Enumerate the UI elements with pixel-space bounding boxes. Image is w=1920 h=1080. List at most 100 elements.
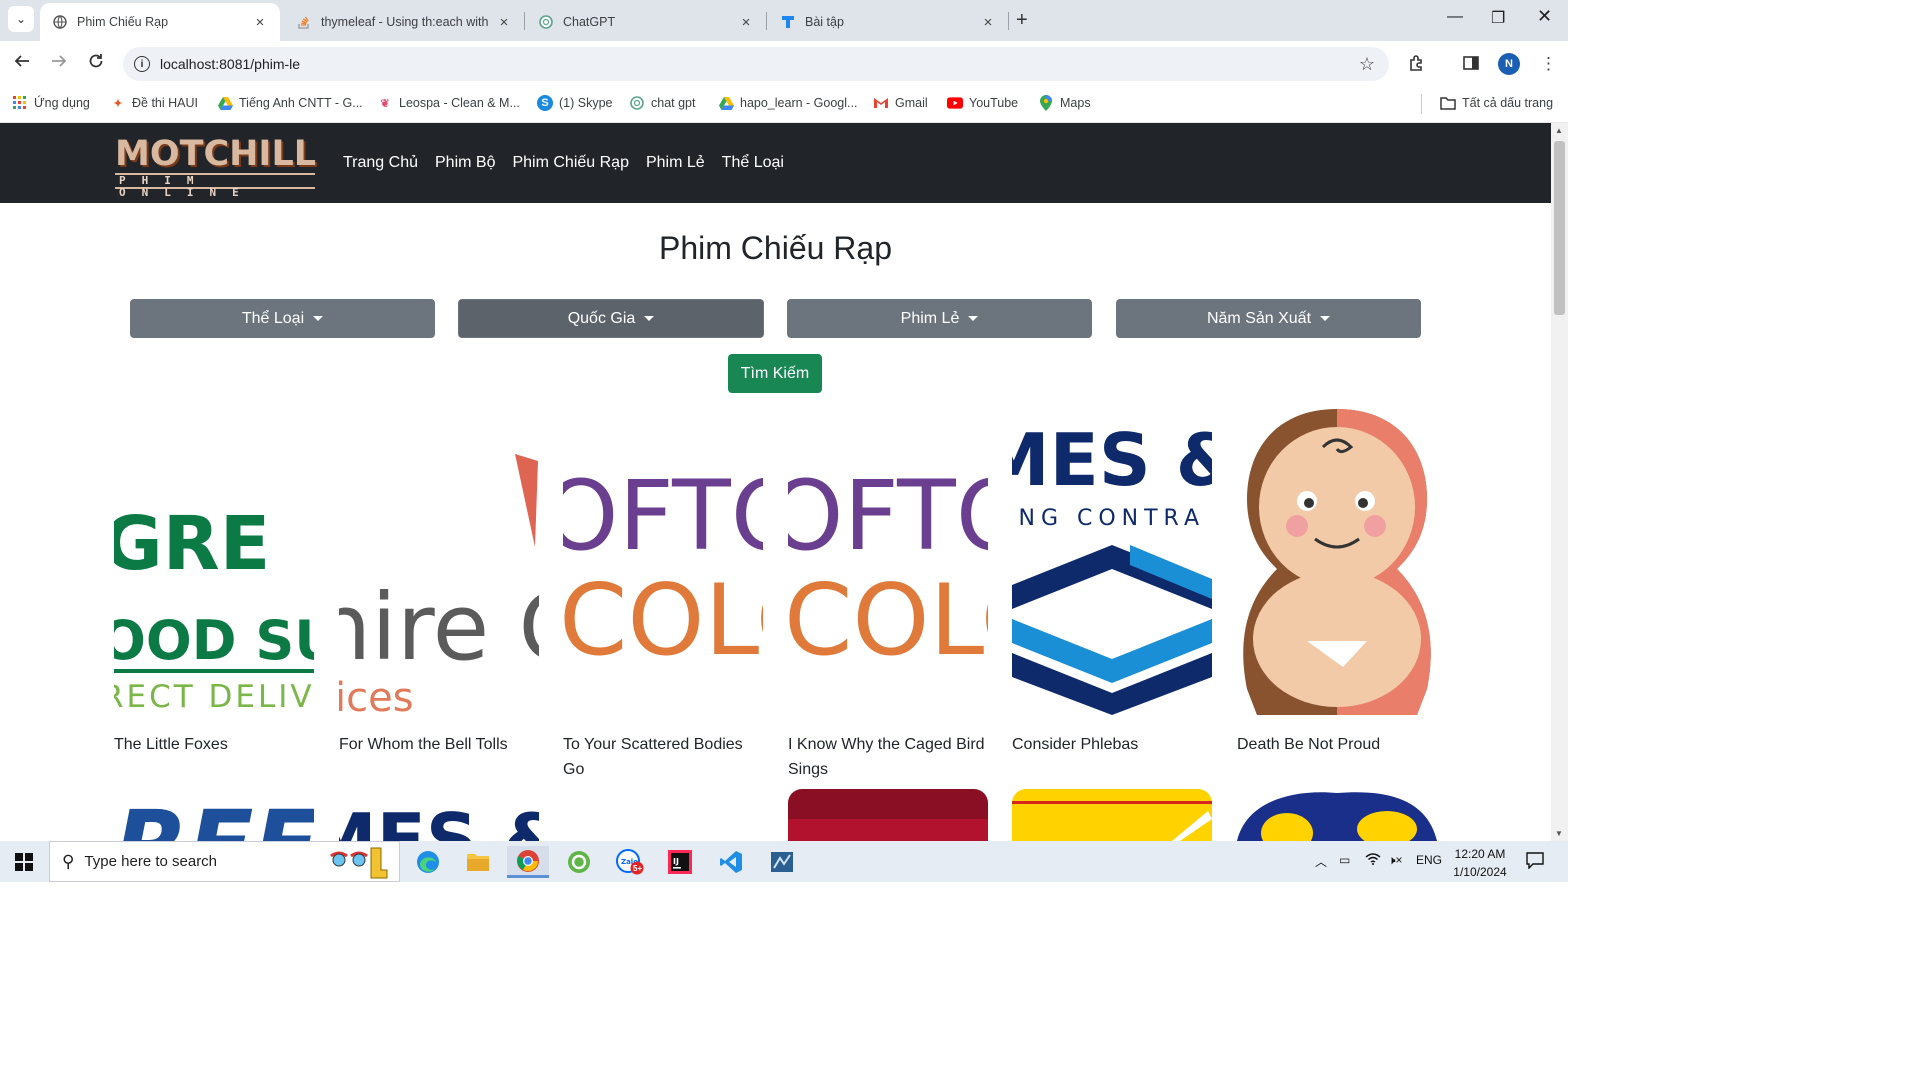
bookmark-chat-gpt[interactable]: chat gpt — [629, 95, 695, 111]
chevron-up-icon[interactable]: ︿ — [1315, 853, 1327, 870]
site-logo[interactable]: MOTCHILL PHIM ONLINE — [115, 135, 316, 199]
forward-icon[interactable] — [51, 53, 67, 74]
intellij-icon[interactable]: IJ — [659, 846, 701, 878]
movie-poster[interactable]: MES & SO ING CONTRA — [1012, 409, 1212, 715]
url-text[interactable]: localhost:8081/phim-le — [160, 56, 300, 72]
bookmark-youtube[interactable]: YouTube — [947, 95, 1018, 111]
year-dropdown[interactable]: Năm Sản Xuất — [1116, 299, 1421, 338]
close-tab-icon[interactable]: × — [980, 14, 996, 31]
bookmark-maps[interactable]: Maps — [1038, 95, 1091, 111]
windows-start-icon[interactable] — [15, 853, 33, 876]
movie-title[interactable]: I Know Why the Caged Bird Sings — [788, 732, 988, 782]
movie-title[interactable]: For Whom the Bell Tolls — [339, 732, 539, 757]
movie-title[interactable]: The Little Foxes — [114, 732, 314, 757]
svg-text:MES & SO: MES & SO — [1012, 418, 1212, 502]
movie-title[interactable]: To Your Scattered Bodies Go — [563, 732, 763, 782]
bookmark-gmail[interactable]: Gmail — [873, 95, 928, 111]
movie-poster[interactable]: MES & SO — [339, 789, 539, 841]
restore-icon[interactable]: ❐ — [1491, 8, 1505, 28]
minimize-icon[interactable]: — — [1447, 8, 1463, 26]
tab-chatgpt[interactable]: ChatGPT × — [526, 3, 766, 41]
reload-icon[interactable] — [88, 53, 104, 74]
menu-phim-le[interactable]: Phim Lẻ — [646, 154, 705, 172]
back-icon[interactable] — [14, 53, 30, 74]
notification-icon[interactable] — [1526, 851, 1544, 872]
menu-phim-chieu-rap[interactable]: Phim Chiếu Rạp — [512, 154, 629, 172]
tab-thymeleaf[interactable]: thymeleaf - Using th:each with × — [284, 3, 524, 41]
menu-kebab-icon[interactable]: ⋮ — [1540, 54, 1557, 74]
gmail-icon — [873, 95, 889, 111]
language-indicator[interactable]: ENG — [1416, 853, 1442, 867]
bookmark-skype[interactable]: S (1) Skype — [537, 95, 613, 111]
wifi-icon[interactable] — [1365, 853, 1381, 868]
chrome-icon[interactable] — [507, 846, 549, 878]
bookmark-hapo-learn[interactable]: hapo_learn - Googl... — [718, 95, 857, 111]
svg-text:ING CONTRA: ING CONTRA — [1012, 506, 1205, 531]
close-tab-icon[interactable]: × — [738, 14, 754, 31]
app-icon-green[interactable] — [558, 846, 600, 878]
menu-trang-chu[interactable]: Trang Chủ — [343, 154, 418, 172]
profile-avatar[interactable]: N — [1498, 53, 1520, 75]
skype-icon: S — [537, 95, 553, 111]
caret-down-icon — [968, 316, 979, 321]
taskbar-search[interactable]: ⚲ Type here to search — [49, 841, 400, 882]
svg-text:OOD SU: OOD SU — [114, 609, 314, 672]
stackoverflow-icon — [296, 14, 312, 30]
bookmark-favicon-icon: ✦ — [113, 97, 123, 110]
volume-muted-icon[interactable]: 🕨× — [1388, 853, 1403, 868]
new-tab-button[interactable]: + — [1016, 9, 1028, 32]
search-button[interactable]: Tìm Kiếm — [728, 354, 822, 393]
close-tab-icon[interactable]: × — [252, 14, 268, 31]
caret-down-icon — [313, 316, 324, 321]
close-window-icon[interactable]: ✕ — [1537, 6, 1552, 27]
scrollbar-thumb[interactable] — [1554, 141, 1565, 315]
vscode-icon[interactable] — [710, 846, 752, 878]
tab-divider — [1008, 12, 1009, 30]
movie-poster[interactable] — [1237, 789, 1437, 841]
bookmark-de-thi-haui[interactable]: ✦ Đề thi HAUI — [110, 95, 198, 111]
side-panel-icon[interactable] — [1462, 54, 1480, 77]
scroll-down-icon[interactable]: ▼ — [1555, 829, 1563, 838]
menu-the-loai[interactable]: Thể Loại — [722, 154, 784, 172]
movie-poster[interactable]: OFTO COLO — [788, 409, 988, 715]
movie-poster[interactable]: nire C ices — [339, 409, 539, 715]
file-explorer-icon[interactable] — [457, 846, 499, 878]
movie-poster[interactable] — [788, 789, 988, 841]
movie-poster[interactable]: OFTO COLO — [563, 409, 763, 715]
sql-server-icon[interactable] — [761, 846, 803, 878]
bookmark-star-icon[interactable]: ☆ — [1359, 54, 1375, 75]
tab-bai-tap[interactable]: Bài tập × — [768, 3, 1008, 41]
movie-poster[interactable] — [1012, 789, 1212, 841]
all-bookmarks[interactable]: Tất cả dấu trang — [1440, 95, 1553, 111]
movie-title[interactable]: Consider Phlebas — [1012, 732, 1212, 757]
bookmark-tieng-anh[interactable]: Tiếng Anh CNTT - G... — [217, 95, 363, 111]
caret-down-icon — [644, 316, 655, 321]
tab-title: ChatGPT — [563, 15, 616, 29]
clock[interactable]: 12:20 AM 1/10/2024 — [1446, 845, 1514, 881]
bookmark-apps[interactable]: Ứng dụng — [12, 95, 90, 111]
svg-text:REE: REE — [114, 790, 314, 841]
edge-icon[interactable] — [407, 846, 449, 878]
battery-icon[interactable]: ▭ — [1339, 853, 1350, 867]
scroll-up-icon[interactable]: ▲ — [1555, 126, 1563, 135]
bookmark-leospa[interactable]: ❦ Leospa - Clean & M... — [377, 95, 520, 111]
tab-search-button[interactable]: ⌄ — [8, 6, 34, 32]
svg-text:COLO: COLO — [563, 564, 763, 678]
zalo-icon[interactable]: Zalo 5+ — [609, 846, 651, 878]
movie-title[interactable]: Death Be Not Proud — [1237, 732, 1437, 757]
movie-poster[interactable]: GRE OOD SU RECT DELIV — [114, 409, 314, 715]
movie-poster[interactable] — [1237, 409, 1437, 715]
close-tab-icon[interactable]: × — [496, 14, 512, 31]
country-dropdown[interactable]: Quốc Gia — [458, 299, 764, 338]
page-scrollbar[interactable]: ▲ ▼ — [1551, 123, 1568, 841]
maps-pin-icon — [1038, 95, 1054, 111]
genre-dropdown[interactable]: Thể Loại — [130, 299, 435, 338]
movie-poster[interactable]: REE — [114, 789, 314, 841]
type-dropdown[interactable]: Phim Lẻ — [787, 299, 1092, 338]
extensions-icon[interactable] — [1408, 54, 1426, 77]
tab-phim-chieu-rap[interactable]: Phim Chiếu Rạp × — [40, 3, 280, 41]
menu-phim-bo[interactable]: Phim Bộ — [435, 154, 495, 172]
site-info-icon[interactable]: i — [134, 56, 150, 72]
bookmark-label: Leospa - Clean & M... — [399, 96, 520, 110]
address-bar[interactable]: i localhost:8081/phim-le ☆ — [123, 47, 1389, 81]
